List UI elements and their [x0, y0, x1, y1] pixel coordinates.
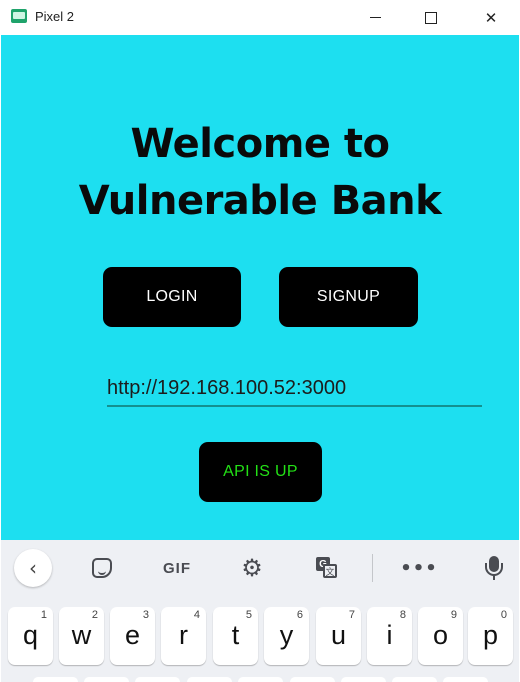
on-screen-keyboard: ‹ GIF ⚙ G 文 ••• 1q 2w 3e 4r 5t 6y 7u 8i … [1, 540, 519, 682]
key-stub [443, 677, 488, 682]
key-w[interactable]: 2w [59, 607, 104, 665]
microphone-icon[interactable] [482, 554, 506, 582]
maximize-icon [425, 11, 437, 24]
translate-icon[interactable]: G 文 [313, 554, 341, 582]
key-e[interactable]: 3e [110, 607, 155, 665]
close-button[interactable]: ✕ [462, 0, 520, 35]
key-o[interactable]: 9o [418, 607, 463, 665]
key-u[interactable]: 7u [316, 607, 361, 665]
minimize-icon [369, 17, 381, 18]
api-status-button[interactable]: API IS UP [199, 442, 322, 502]
window-title-bar: Pixel 2 ✕ [0, 0, 520, 35]
keyboard-top-row: 1q 2w 3e 4r 5t 6y 7u 8i 9o 0p [1, 607, 519, 667]
key-stub [84, 677, 129, 682]
maximize-button[interactable] [402, 0, 460, 35]
welcome-heading-line-1: Welcome to [130, 121, 390, 167]
toolbar-divider [372, 554, 373, 582]
minimize-button[interactable] [346, 0, 404, 35]
key-p[interactable]: 0p [468, 607, 513, 665]
close-icon: ✕ [484, 8, 498, 27]
api-status-label: API IS UP [223, 463, 298, 480]
settings-icon[interactable]: ⚙ [238, 554, 266, 582]
key-stub [135, 677, 180, 682]
back-icon[interactable]: ‹ [14, 549, 52, 587]
key-stub [341, 677, 386, 682]
keyboard-toolbar: ‹ GIF ⚙ G 文 ••• [1, 540, 519, 596]
key-stub [290, 677, 335, 682]
key-y[interactable]: 6y [264, 607, 309, 665]
sticker-icon[interactable] [89, 554, 115, 582]
app-screen: Welcome to Vulnerable Bank LOGIN SIGNUP … [1, 35, 519, 540]
signup-button-label: SIGNUP [316, 288, 381, 305]
login-button[interactable]: LOGIN [103, 267, 241, 327]
signup-button[interactable]: SIGNUP [279, 267, 418, 327]
gif-icon[interactable]: GIF [159, 554, 195, 582]
keyboard-second-row-partial [1, 677, 519, 682]
login-button-label: LOGIN [146, 288, 198, 305]
key-stub [238, 677, 283, 682]
window-title: Pixel 2 [35, 9, 75, 24]
key-stub [187, 677, 232, 682]
api-url-input[interactable] [107, 371, 482, 407]
key-stub [392, 677, 437, 682]
key-i[interactable]: 8i [367, 607, 412, 665]
key-q[interactable]: 1q [8, 607, 53, 665]
key-t[interactable]: 5t [213, 607, 258, 665]
more-icon[interactable]: ••• [400, 554, 437, 582]
emulator-app-icon [11, 9, 27, 23]
key-r[interactable]: 4r [161, 607, 206, 665]
welcome-heading-line-2: Vulnerable Bank [78, 178, 442, 224]
key-stub [33, 677, 78, 682]
welcome-heading: Welcome to Vulnerable Bank [1, 116, 519, 230]
